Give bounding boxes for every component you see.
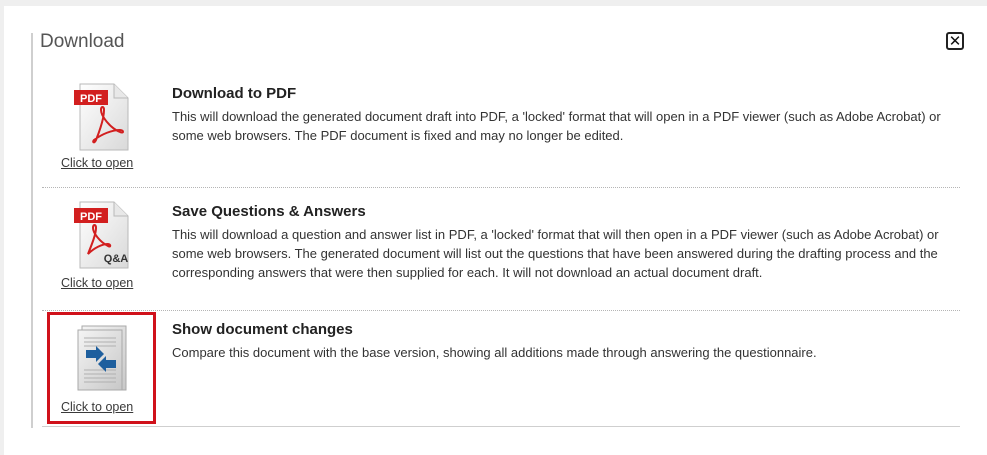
option-description: Compare this document with the base vers… [172,345,817,360]
dialog-title: Download [40,31,125,52]
option-show-changes: Click to open Show document changes Comp… [42,316,960,427]
svg-text:Q&A: Q&A [104,253,129,265]
svg-text:PDF: PDF [80,93,102,105]
download-pdf-icon-button[interactable]: PDF Click to open [48,80,140,180]
pdf-qa-document-icon: PDF Q&A [74,201,129,269]
save-qa-icon-button[interactable]: PDF Q&A Click to open [48,198,140,298]
pdf-document-icon: PDF [74,83,129,151]
option-description: This will download the generated documen… [172,109,941,143]
option-title: Download to PDF [172,85,297,102]
selection-highlight [47,312,156,424]
save-qa-link[interactable]: Click to open [61,276,133,290]
close-button[interactable]: ✕ [946,32,964,50]
option-download-pdf: PDF Click to open Download to PDF This w… [42,80,960,188]
option-title: Save Questions & Answers [172,203,366,220]
download-pdf-link[interactable]: Click to open [61,156,133,170]
dialog-accent-bar [31,33,33,428]
option-title: Show document changes [172,321,353,338]
svg-text:PDF: PDF [80,211,102,223]
option-save-qa: PDF Q&A Click to open Save Questions & A… [42,198,960,311]
option-description: This will download a question and answer… [172,227,939,280]
